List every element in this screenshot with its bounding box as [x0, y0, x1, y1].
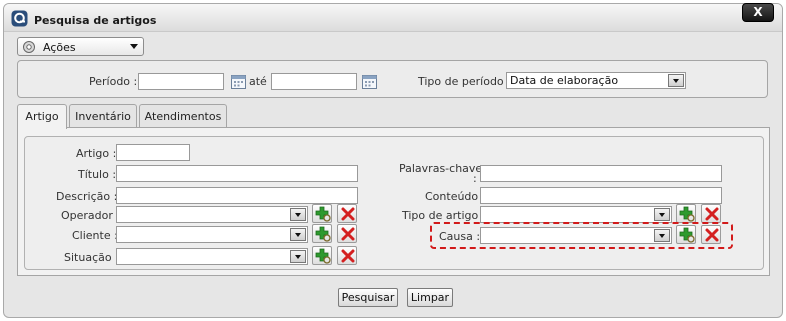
operador-select[interactable] [116, 206, 308, 223]
cliente-label: Cliente : [72, 229, 118, 242]
period-type-select[interactable]: Data de elaboração [506, 72, 686, 89]
delete-operador-button[interactable] [337, 204, 357, 223]
add-icon [315, 206, 331, 222]
actions-dropdown[interactable]: Ações [17, 37, 144, 56]
chevron-down-icon [290, 250, 306, 263]
tab-atendimentos[interactable]: Atendimentos [139, 104, 227, 128]
period-to-label: até [249, 75, 267, 88]
chevron-down-icon [290, 208, 306, 221]
palavras-chave-colon: : [473, 172, 477, 185]
delete-tipo-artigo-button[interactable] [701, 204, 721, 223]
delete-situacao-button[interactable] [337, 246, 357, 265]
delete-icon [341, 227, 355, 241]
delete-cliente-button[interactable] [337, 224, 357, 243]
app-logo-icon [11, 10, 28, 27]
delete-icon [341, 249, 355, 263]
period-to-input[interactable] [271, 73, 357, 90]
add-situacao-button[interactable] [312, 246, 332, 265]
tipo-artigo-select[interactable] [480, 206, 672, 223]
calendar-icon[interactable] [231, 74, 246, 89]
period-from-input[interactable] [138, 73, 224, 90]
chevron-down-icon [290, 228, 306, 241]
operador-label: Operador : [61, 209, 121, 222]
add-icon [315, 226, 331, 242]
descricao-input[interactable] [116, 187, 358, 204]
conteudo-label: Conteúdo : [425, 190, 486, 203]
tab-artigo[interactable]: Artigo [17, 104, 67, 129]
chevron-down-icon [654, 229, 670, 242]
period-type-label: Tipo de período : [418, 75, 511, 88]
palavras-chave-input[interactable] [480, 165, 722, 182]
add-causa-button[interactable] [676, 225, 696, 244]
artigo-label: Artigo : [76, 147, 117, 160]
chevron-down-icon [654, 208, 670, 221]
chevron-down-icon [130, 44, 138, 49]
add-icon [679, 206, 695, 222]
descricao-label: Descrição : [56, 190, 118, 203]
palavras-chave-label: Palavras-chave [399, 162, 483, 175]
window-title: Pesquisa de artigos [34, 14, 157, 27]
tab-inventario[interactable]: Inventário [69, 104, 137, 128]
delete-icon [341, 207, 355, 221]
add-operador-button[interactable] [312, 204, 332, 223]
situacao-label: Situação : [64, 251, 119, 264]
add-icon [315, 248, 331, 264]
delete-icon [705, 228, 719, 242]
period-label: Período : [89, 75, 138, 88]
causa-select[interactable] [480, 227, 672, 244]
titulo-input[interactable] [116, 165, 358, 182]
add-tipo-artigo-button[interactable] [676, 204, 696, 223]
situacao-select[interactable] [116, 248, 308, 265]
calendar-icon[interactable] [362, 74, 377, 89]
actions-label: Ações [43, 41, 76, 54]
causa-label: Causa : [439, 230, 481, 243]
chevron-down-icon [668, 74, 684, 87]
add-cliente-button[interactable] [312, 224, 332, 243]
period-type-value: Data de elaboração [510, 74, 619, 87]
conteudo-input[interactable] [480, 187, 722, 204]
delete-icon [705, 207, 719, 221]
titulo-label: Título : [78, 168, 117, 181]
gear-icon [23, 41, 35, 53]
cliente-select[interactable] [116, 226, 308, 243]
artigo-input[interactable] [116, 144, 190, 161]
add-icon [679, 227, 695, 243]
tipo-artigo-label: Tipo de artigo : [402, 209, 486, 222]
clear-button[interactable]: Limpar [407, 288, 453, 307]
delete-causa-button[interactable] [701, 225, 721, 244]
close-button[interactable]: X [742, 3, 774, 22]
search-button[interactable]: Pesquisar [338, 288, 398, 307]
